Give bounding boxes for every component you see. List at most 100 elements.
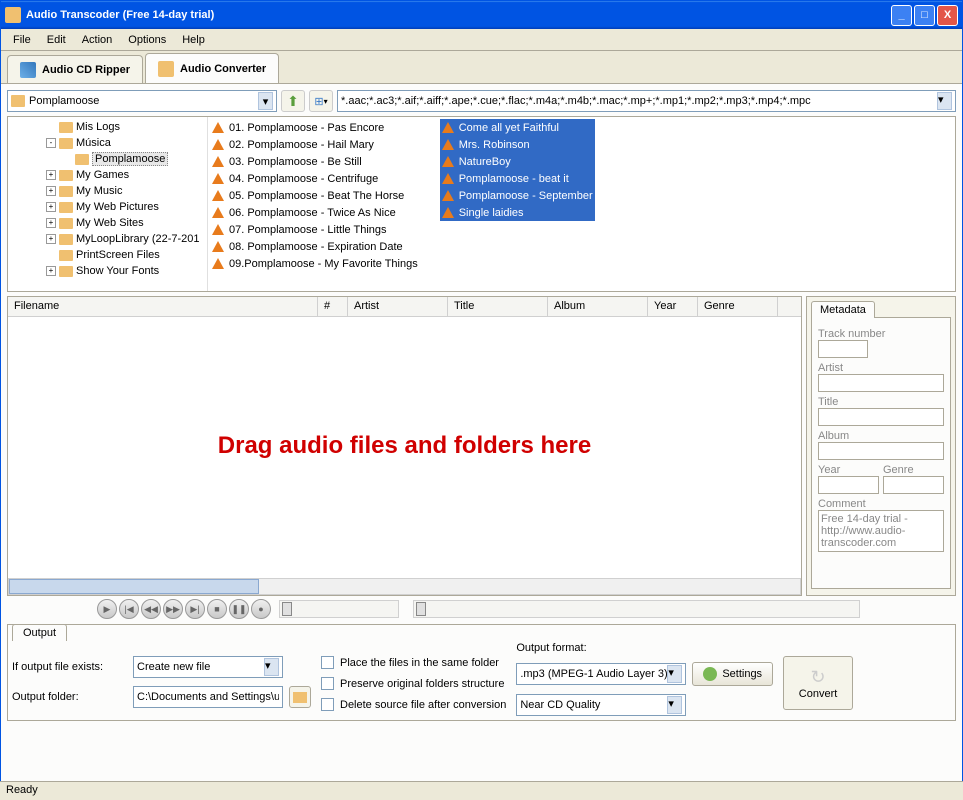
convert-button[interactable]: ↻ Convert: [783, 656, 853, 710]
menu-help[interactable]: Help: [174, 31, 213, 49]
same-folder-checkbox[interactable]: [321, 656, 334, 669]
folder-icon: [75, 154, 89, 165]
chevron-down-icon[interactable]: ▾: [258, 92, 273, 110]
horizontal-scrollbar[interactable]: [8, 578, 801, 595]
file-item[interactable]: Pomplamoose - September: [440, 187, 595, 204]
tree-item[interactable]: +Show Your Fonts: [10, 263, 205, 279]
next-button[interactable]: ▶|: [185, 599, 205, 619]
prev-button[interactable]: |◀: [119, 599, 139, 619]
chevron-down-icon[interactable]: ▾: [937, 92, 952, 110]
menu-file[interactable]: File: [5, 31, 39, 49]
folder-combo[interactable]: Pomplamoose ▾: [7, 90, 277, 112]
tree-item[interactable]: +My Web Sites: [10, 215, 205, 231]
view-mode-button[interactable]: ⊞▾: [309, 90, 333, 112]
output-format-combo[interactable]: .mp3 (MPEG-1 Audio Layer 3)▾: [516, 663, 686, 685]
file-item[interactable]: Pomplamoose - beat it: [440, 170, 595, 187]
cd-icon: [20, 62, 36, 78]
file-list[interactable]: 01. Pomplamoose - Pas Encore02. Pomplamo…: [208, 117, 955, 291]
file-item[interactable]: 08. Pomplamoose - Expiration Date: [210, 238, 420, 255]
menu-options[interactable]: Options: [120, 31, 174, 49]
file-item[interactable]: Single laidies: [440, 204, 595, 221]
forward-button[interactable]: ▶▶: [163, 599, 183, 619]
metadata-panel: Metadata Track number Artist Title Album…: [806, 296, 956, 596]
year-label: Year: [818, 464, 879, 476]
browse-folder-button[interactable]: [289, 686, 311, 708]
tab-audio-cd-ripper[interactable]: Audio CD Ripper: [7, 55, 143, 83]
pause-button[interactable]: ❚❚: [229, 599, 249, 619]
menu-action[interactable]: Action: [74, 31, 121, 49]
column-header[interactable]: Album: [548, 297, 648, 316]
seek-slider[interactable]: [413, 600, 860, 618]
folder-icon: [11, 95, 25, 107]
file-item[interactable]: 06. Pomplamoose - Twice As Nice: [210, 204, 420, 221]
vlc-icon: [212, 173, 224, 184]
metadata-tab[interactable]: Metadata: [811, 301, 875, 318]
album-input[interactable]: [818, 442, 944, 460]
folder-icon: [59, 170, 73, 181]
file-item[interactable]: Come all yet Faithful: [440, 119, 595, 136]
comment-input[interactable]: Free 14-day trial - http://www.audio-tra…: [818, 510, 944, 552]
file-item[interactable]: 02. Pomplamoose - Hail Mary: [210, 136, 420, 153]
titlebar: Audio Transcoder (Free 14-day trial) _ □…: [1, 1, 962, 29]
close-button[interactable]: X: [937, 5, 958, 26]
file-item[interactable]: 03. Pomplamoose - Be Still: [210, 153, 420, 170]
tree-item[interactable]: +My Music: [10, 183, 205, 199]
folder-icon: [59, 250, 73, 261]
file-item[interactable]: 07. Pomplamoose - Little Things: [210, 221, 420, 238]
volume-slider[interactable]: [279, 600, 399, 618]
tree-item[interactable]: +My Games: [10, 167, 205, 183]
tree-item[interactable]: PrintScreen Files: [10, 247, 205, 263]
output-folder-input[interactable]: C:\Documents and Settings\upt: [133, 686, 283, 708]
file-item[interactable]: Mrs. Robinson: [440, 136, 595, 153]
tree-item[interactable]: +MyLoopLibrary (22-7-201: [10, 231, 205, 247]
file-item[interactable]: 09.Pomplamoose - My Favorite Things: [210, 255, 420, 272]
file-item[interactable]: NatureBoy: [440, 153, 595, 170]
quality-combo[interactable]: Near CD Quality▾: [516, 694, 686, 716]
minimize-button[interactable]: _: [891, 5, 912, 26]
tree-item[interactable]: +My Web Pictures: [10, 199, 205, 215]
menu-edit[interactable]: Edit: [39, 31, 74, 49]
folder-tree[interactable]: Mis Logs-MúsicaPomplamoose+My Games+My M…: [8, 117, 208, 291]
if-exists-combo[interactable]: Create new file▾: [133, 656, 283, 678]
year-input[interactable]: [818, 476, 879, 494]
tab-audio-converter[interactable]: Audio Converter: [145, 53, 279, 83]
column-header[interactable]: Title: [448, 297, 548, 316]
settings-button[interactable]: Settings: [692, 662, 773, 686]
record-button[interactable]: ●: [251, 599, 271, 619]
genre-input[interactable]: [883, 476, 944, 494]
play-button[interactable]: ▶: [97, 599, 117, 619]
album-label: Album: [818, 430, 944, 442]
vlc-icon: [442, 139, 454, 150]
stop-button[interactable]: ■: [207, 599, 227, 619]
preserve-structure-checkbox[interactable]: [321, 677, 334, 690]
filter-combo[interactable]: *.aac;*.ac3;*.aif;*.aiff;*.ape;*.cue;*.f…: [337, 90, 956, 112]
file-item[interactable]: 04. Pomplamoose - Centrifuge: [210, 170, 420, 187]
output-folder-label: Output folder:: [12, 691, 127, 703]
tree-item[interactable]: -Música: [10, 135, 205, 151]
menubar: FileEditActionOptionsHelp: [1, 29, 962, 51]
column-header[interactable]: #: [318, 297, 348, 316]
tree-item[interactable]: Mis Logs: [10, 119, 205, 135]
content-area: Pomplamoose ▾ ⬆ ⊞▾ *.aac;*.ac3;*.aif;*.a…: [1, 83, 962, 782]
maximize-button[interactable]: □: [914, 5, 935, 26]
column-header[interactable]: Genre: [698, 297, 778, 316]
title-input[interactable]: [818, 408, 944, 426]
track-number-input[interactable]: [818, 340, 868, 358]
delete-source-checkbox[interactable]: [321, 698, 334, 711]
output-tab[interactable]: Output: [12, 624, 67, 641]
main-tabs: Audio CD RipperAudio Converter: [1, 51, 962, 83]
folder-icon: [59, 266, 73, 277]
column-header[interactable]: Year: [648, 297, 698, 316]
up-folder-button[interactable]: ⬆: [281, 90, 305, 112]
vlc-icon: [442, 122, 454, 133]
file-item[interactable]: 05. Pomplamoose - Beat The Horse: [210, 187, 420, 204]
rewind-button[interactable]: ◀◀: [141, 599, 161, 619]
file-item[interactable]: 01. Pomplamoose - Pas Encore: [210, 119, 420, 136]
tree-item[interactable]: Pomplamoose: [10, 151, 205, 167]
vlc-icon: [212, 258, 224, 269]
column-header[interactable]: Artist: [348, 297, 448, 316]
vlc-icon: [442, 207, 454, 218]
column-header[interactable]: Filename: [8, 297, 318, 316]
conversion-queue[interactable]: Filename#ArtistTitleAlbumYearGenre Drag …: [7, 296, 802, 596]
artist-input[interactable]: [818, 374, 944, 392]
